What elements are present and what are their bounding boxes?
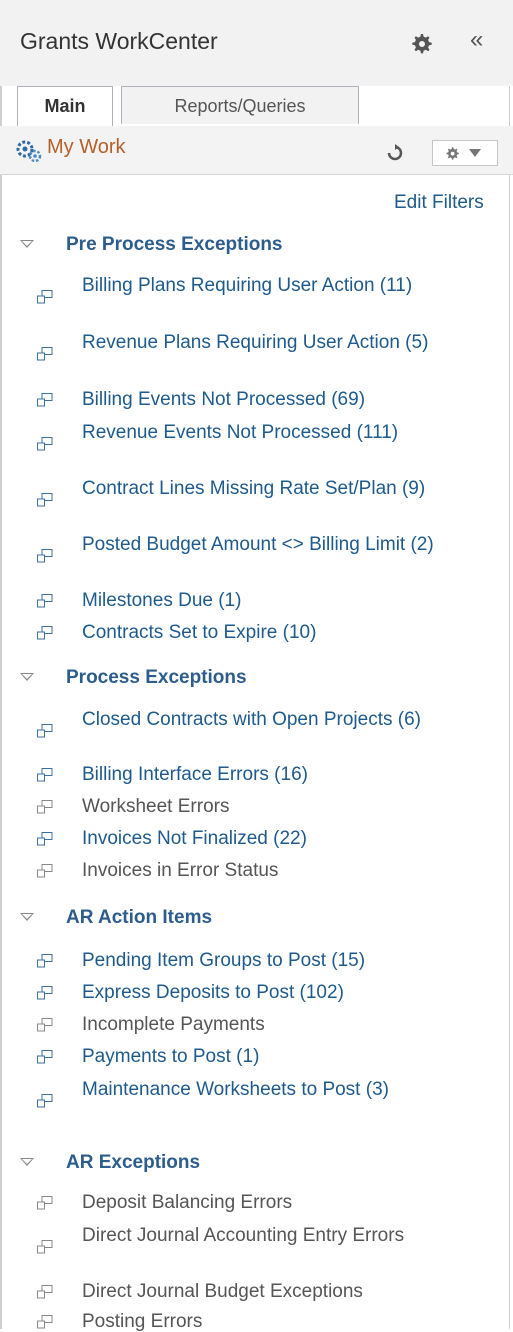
pagelet-link-icon	[37, 1196, 53, 1210]
pagelet-link-icon	[37, 493, 53, 507]
page-title: Grants WorkCenter	[20, 28, 218, 54]
item-label[interactable]: Contracts Set to Expire (10)	[82, 623, 502, 642]
item-label[interactable]: Revenue Plans Requiring User Action (5)	[82, 333, 502, 352]
tab-reports-queries[interactable]: Reports/Queries	[121, 86, 359, 124]
pagelet-link-icon	[37, 1285, 53, 1299]
item-label[interactable]: Pending Item Groups to Post (15)	[82, 951, 502, 970]
pagelet-link-icon	[37, 768, 53, 782]
gear-icon[interactable]	[410, 32, 432, 54]
item-label[interactable]: Closed Contracts with Open Projects (6)	[82, 710, 502, 729]
item-label[interactable]: Milestones Due (1)	[82, 591, 502, 610]
item-label[interactable]: Contract Lines Missing Rate Set/Plan (9)	[82, 479, 502, 498]
collapse-pane-icon[interactable]: «	[470, 28, 483, 52]
section-title: Process Exceptions	[66, 667, 247, 688]
item-label[interactable]: Revenue Events Not Processed (111)	[82, 423, 502, 442]
pagelet-link-icon	[37, 954, 53, 968]
item-label: Posting Errors	[82, 1311, 203, 1332]
pagelet-link-icon	[37, 864, 53, 878]
item-label[interactable]: Express Deposits to Post (102)	[82, 983, 502, 1002]
pagelet-link-icon	[37, 1050, 53, 1064]
section-title: AR Action Items	[66, 907, 213, 928]
pagelet-link-icon	[37, 986, 53, 1000]
item-label: Worksheet Errors	[82, 796, 230, 817]
pagelet-link-icon	[37, 800, 53, 814]
refresh-icon[interactable]	[386, 144, 404, 162]
item-label: Direct Journal Accounting Entry Errors	[82, 1225, 405, 1246]
pagelet-link-icon	[37, 347, 53, 361]
pagelet-link-icon	[37, 1315, 53, 1329]
pagelet-link-icon	[37, 1018, 53, 1032]
my-work-label[interactable]: My Work	[47, 136, 126, 159]
section-title: Pre Process Exceptions	[66, 234, 283, 255]
pagelet-link-icon	[37, 832, 53, 846]
section-title: AR Exceptions	[66, 1152, 201, 1173]
item-label[interactable]: Invoices Not Finalized (22)	[82, 829, 502, 848]
tab-main[interactable]: Main	[17, 86, 113, 127]
collapse-triangle-icon[interactable]	[20, 240, 34, 248]
chevron-down-icon	[469, 149, 481, 157]
pagelet-link-icon	[37, 1094, 53, 1108]
item-label[interactable]: Maintenance Worksheets to Post (3)	[82, 1080, 502, 1099]
pagelet-link-icon	[37, 594, 53, 608]
item-label: Incomplete Payments	[82, 1014, 265, 1035]
gear-icon	[446, 147, 459, 160]
pagelet-link-icon	[37, 1240, 53, 1254]
item-label: Deposit Balancing Errors	[82, 1192, 293, 1213]
item-label[interactable]: Billing Plans Requiring User Action (11)	[82, 276, 502, 295]
tab-bar: Main Reports/Queries	[0, 86, 513, 127]
item-label[interactable]: Billing Interface Errors (16)	[82, 765, 502, 784]
collapse-triangle-icon[interactable]	[20, 1158, 34, 1166]
actions-menu-button[interactable]	[432, 140, 498, 166]
item-label[interactable]: Posted Budget Amount <> Billing Limit (2…	[82, 535, 502, 554]
pagelet-link-icon	[37, 290, 53, 304]
pagelet-link-icon	[37, 549, 53, 563]
pagelet-link-icon	[37, 437, 53, 451]
pagelet-link-icon	[37, 626, 53, 640]
my-work-gears-icon	[16, 140, 42, 163]
item-label[interactable]: Payments to Post (1)	[82, 1047, 502, 1066]
collapse-triangle-icon[interactable]	[20, 913, 34, 921]
title-bar: Grants WorkCenter «	[0, 0, 513, 86]
pagelet-link-icon	[37, 724, 53, 738]
edit-filters-link[interactable]: Edit Filters	[394, 192, 484, 214]
item-label[interactable]: Billing Events Not Processed (69)	[82, 390, 502, 409]
item-label: Direct Journal Budget Exceptions	[82, 1281, 363, 1302]
item-label: Invoices in Error Status	[82, 860, 279, 881]
collapse-triangle-icon[interactable]	[20, 673, 34, 681]
pagelet-link-icon	[37, 393, 53, 407]
